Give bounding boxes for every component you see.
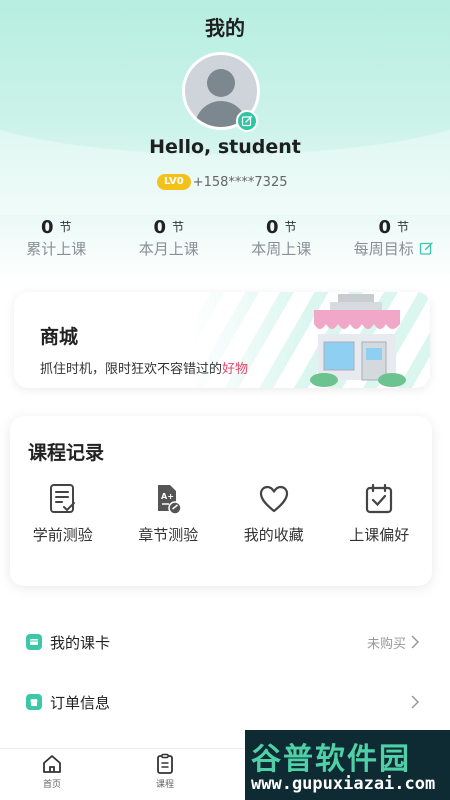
stat-label: 每周目标 (353, 240, 414, 258)
stat-value: 0 (378, 217, 391, 238)
stat-unit: 节 (397, 220, 410, 234)
calendar-check-icon (366, 483, 393, 514)
stat-unit: 节 (172, 220, 185, 234)
phone-number: +158****7325 (192, 174, 288, 190)
stat-label: 本周上课 (251, 240, 312, 258)
stat-value: 0 (40, 217, 54, 238)
watermark-url: www.gupuxiazai.com (251, 774, 436, 794)
chevron-right-icon (411, 695, 420, 709)
edit-avatar-icon[interactable] (236, 110, 258, 132)
course-item-preferences[interactable]: 上课偏好 (327, 482, 433, 545)
tab-label: 课程 (155, 780, 174, 790)
stat-total: 0节 累计上课 (0, 212, 113, 259)
stat-weekly-goal[interactable]: 0节 每周目标 (338, 212, 450, 259)
course-item-label: 学前测验 (32, 526, 93, 544)
menu-item-course-card[interactable]: 我的课卡 未购买 (0, 614, 450, 670)
document-check-icon (49, 484, 75, 513)
mall-subtitle-text: 抓住时机，限时狂欢不容错过的 (40, 362, 223, 377)
course-item-chapter-test[interactable]: A+ 章节测验 (116, 482, 222, 545)
watermark-logo: 谷普软件园 www.gupuxiazai.com (245, 730, 450, 800)
stats-row: 0节 累计上课 0节 本月上课 0节 本周上课 0节 每周目标 (0, 212, 450, 259)
level-row: LV0 +158****7325 (157, 173, 288, 191)
stat-unit: 节 (59, 220, 72, 234)
quiz-icon: A+ (158, 485, 182, 515)
clipboard-icon (157, 753, 173, 774)
user-name: Hello, student (149, 136, 301, 158)
menu-value: 未购买 (366, 636, 406, 652)
tab-course[interactable]: 课程 (135, 753, 195, 790)
course-record-items: 学前测验 A+ 章节测验 我的收藏 上课偏好 (10, 482, 432, 545)
course-item-favorites[interactable]: 我的收藏 (221, 482, 327, 545)
home-icon (43, 755, 61, 773)
course-record-title: 课程记录 (28, 442, 105, 464)
tab-home[interactable]: 首页 (22, 753, 82, 790)
stat-week: 0节 本周上课 (225, 212, 338, 259)
mall-subtitle-highlight: 好物 (222, 362, 249, 377)
course-item-label: 我的收藏 (243, 526, 304, 544)
mall-subtitle: 抓住时机，限时狂欢不容错过的好物 (40, 358, 248, 377)
watermark-title: 谷普软件园 (251, 742, 411, 777)
menu-label: 我的课卡 (50, 633, 111, 652)
stat-unit: 节 (284, 220, 297, 234)
edit-goal-icon[interactable] (419, 241, 434, 256)
mall-card[interactable]: 商城 抓住时机，限时狂欢不容错过的好物 (14, 292, 430, 388)
stat-month: 0节 本月上课 (113, 212, 226, 259)
course-record-card: 课程记录 学前测验 A+ 章节测验 我的收藏 上课偏好 (10, 416, 432, 586)
stat-label: 累计上课 (26, 240, 87, 258)
tab-label: 首页 (42, 780, 61, 790)
stat-label: 本月上课 (138, 240, 199, 258)
menu-item-order-info[interactable]: 订单信息 (0, 674, 450, 730)
stat-value: 0 (153, 217, 166, 238)
stat-value: 0 (265, 217, 279, 238)
shop-icon (310, 294, 406, 387)
course-item-label: 上课偏好 (349, 526, 410, 544)
mall-title: 商城 (40, 326, 79, 348)
page-title: 我的 (205, 16, 245, 40)
menu-label: 订单信息 (50, 693, 111, 712)
avatar-head (207, 69, 235, 97)
level-badge: LV0 (157, 174, 191, 190)
heart-icon (259, 485, 288, 513)
svg-text:A+: A+ (161, 492, 174, 501)
card-icon (26, 634, 42, 650)
course-item-label: 章节测验 (138, 526, 199, 544)
chevron-right-icon (411, 635, 420, 649)
order-icon (26, 694, 42, 710)
course-item-pretest[interactable]: 学前测验 (10, 482, 116, 545)
